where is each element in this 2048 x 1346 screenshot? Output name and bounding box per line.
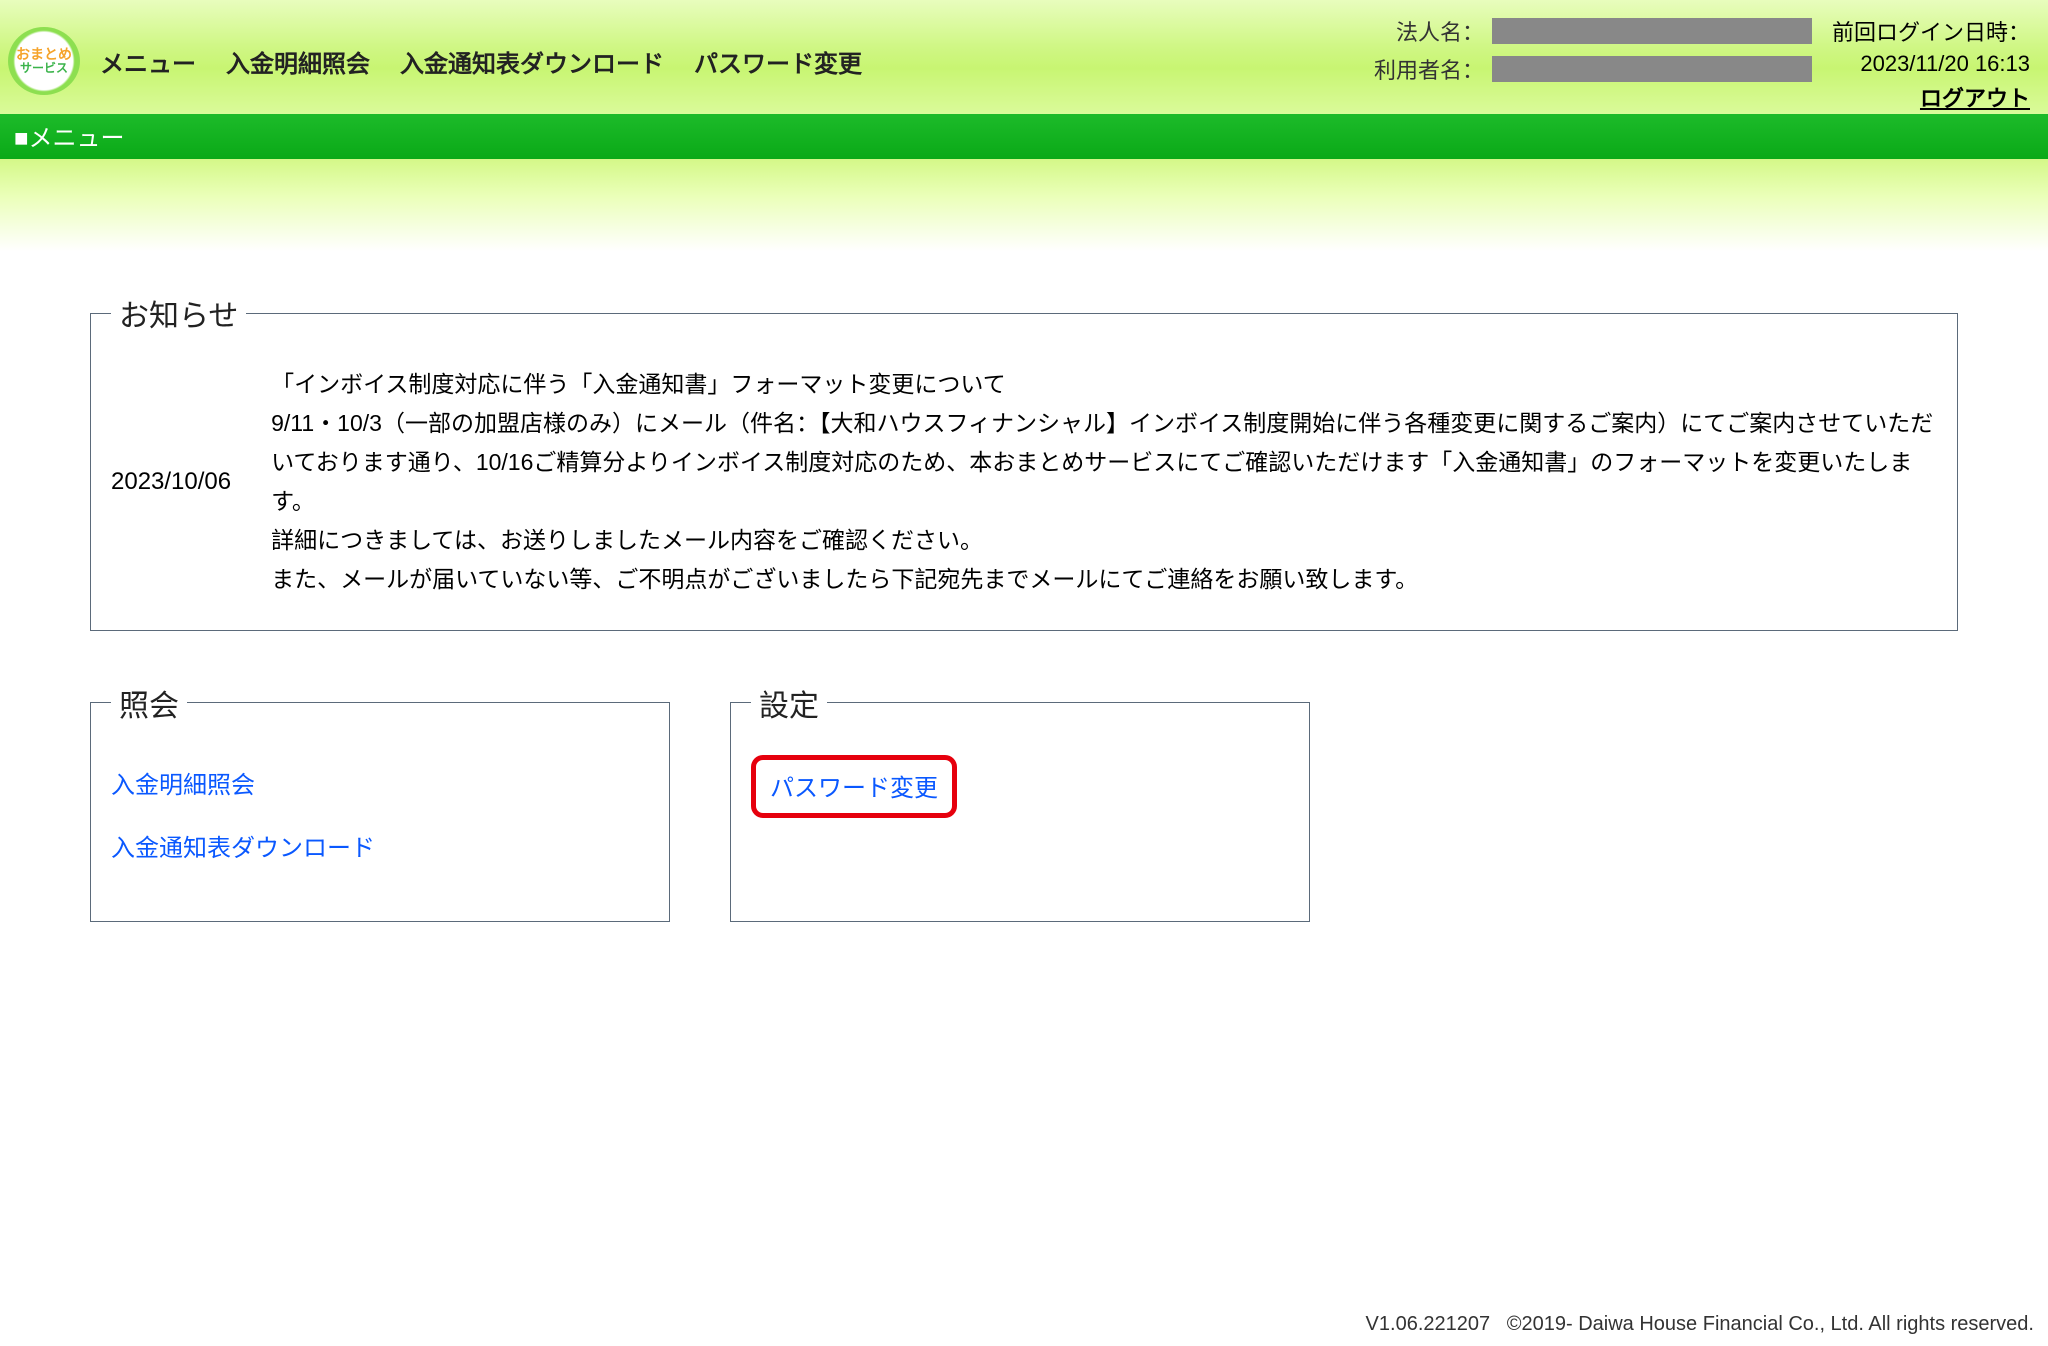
logo-icon: おまとめ サービス [8,27,80,95]
notice-date: 2023/10/06 [111,468,231,496]
corp-label: 法人名： [1396,15,1484,47]
nav-menu[interactable]: メニュー [100,44,196,79]
logout-link[interactable]: ログアウト [1920,81,2030,113]
logo-text-1: おまとめ [16,47,72,62]
link-deposit-download[interactable]: 入金通知表ダウンロード [111,828,649,863]
notice-body: 「インボイス制度対応に伴う「入金通知書」フォーマット変更について9/11・10/… [271,365,1937,600]
logo-text-2: サービス [20,62,68,75]
version: V1.06.221207 [1366,1313,1491,1335]
notice-legend: お知らせ [111,291,246,335]
inquiry-legend: 照会 [111,681,187,725]
user-name-redacted [1492,56,1812,82]
main-content: お知らせ 2023/10/06 「インボイス制度対応に伴う「入金通知書」フォーマ… [0,251,2048,1307]
copyright: ©2019- Daiwa House Financial Co., Ltd. A… [1507,1313,2034,1335]
page-title: ■メニュー [14,125,125,152]
corp-name-redacted [1492,18,1812,44]
link-deposit-detail[interactable]: 入金明細照会 [111,765,649,800]
footer: V1.06.221207 ©2019- Daiwa House Financia… [0,1307,2048,1346]
main-nav: メニュー 入金明細照会 入金通知表ダウンロード パスワード変更 [100,44,862,79]
header: おまとめ サービス メニュー 入金明細照会 入金通知表ダウンロード パスワード変… [0,0,2048,114]
header-right: 法人名： 利用者名： 前回ログイン日時： 2023/11/20 16:13 ログ… [1374,9,2036,113]
link-password-change[interactable]: パスワード変更 [770,768,938,803]
notice-box: お知らせ 2023/10/06 「インボイス制度対応に伴う「入金通知書」フォーマ… [90,291,1958,631]
last-login-label: 前回ログイン日時： [1832,15,2030,47]
nav-password-change[interactable]: パスワード変更 [694,44,862,79]
password-change-highlight: パスワード変更 [751,755,957,818]
nav-deposit-detail[interactable]: 入金明細照会 [226,44,370,79]
page-title-bar: ■メニュー [0,114,2048,159]
last-login-value: 2023/11/20 16:13 [1860,51,2030,77]
settings-box: 設定 パスワード変更 [730,681,1310,922]
user-label: 利用者名： [1374,53,1484,85]
nav-deposit-download[interactable]: 入金通知表ダウンロード [400,44,664,79]
inquiry-box: 照会 入金明細照会 入金通知表ダウンロード [90,681,670,922]
settings-legend: 設定 [751,681,827,725]
